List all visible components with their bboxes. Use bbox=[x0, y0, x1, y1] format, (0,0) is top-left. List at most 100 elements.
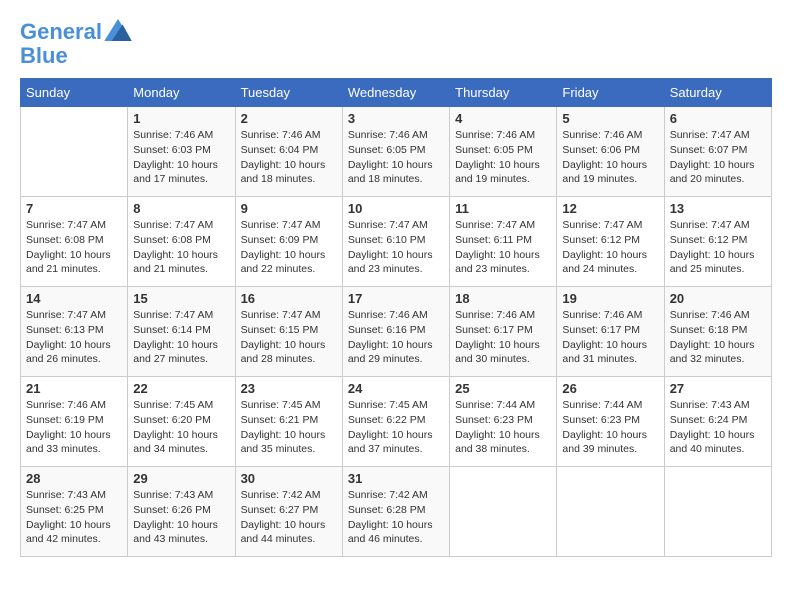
calendar-week-2: 7 Sunrise: 7:47 AMSunset: 6:08 PMDayligh… bbox=[21, 197, 772, 287]
day-number: 4 bbox=[455, 111, 551, 126]
day-number: 24 bbox=[348, 381, 444, 396]
day-info: Sunrise: 7:46 AMSunset: 6:17 PMDaylight:… bbox=[562, 308, 658, 367]
calendar-cell bbox=[557, 467, 664, 557]
calendar-cell: 31 Sunrise: 7:42 AMSunset: 6:28 PMDaylig… bbox=[342, 467, 449, 557]
calendar-cell: 14 Sunrise: 7:47 AMSunset: 6:13 PMDaylig… bbox=[21, 287, 128, 377]
calendar-cell: 23 Sunrise: 7:45 AMSunset: 6:21 PMDaylig… bbox=[235, 377, 342, 467]
day-number: 29 bbox=[133, 471, 229, 486]
day-info: Sunrise: 7:47 AMSunset: 6:12 PMDaylight:… bbox=[670, 218, 766, 277]
calendar-cell: 22 Sunrise: 7:45 AMSunset: 6:20 PMDaylig… bbox=[128, 377, 235, 467]
day-number: 10 bbox=[348, 201, 444, 216]
day-info: Sunrise: 7:46 AMSunset: 6:06 PMDaylight:… bbox=[562, 128, 658, 187]
day-number: 7 bbox=[26, 201, 122, 216]
calendar-cell: 8 Sunrise: 7:47 AMSunset: 6:08 PMDayligh… bbox=[128, 197, 235, 287]
day-info: Sunrise: 7:45 AMSunset: 6:21 PMDaylight:… bbox=[241, 398, 337, 457]
page-header: General Blue bbox=[20, 20, 772, 68]
day-number: 9 bbox=[241, 201, 337, 216]
day-number: 6 bbox=[670, 111, 766, 126]
day-info: Sunrise: 7:46 AMSunset: 6:16 PMDaylight:… bbox=[348, 308, 444, 367]
day-number: 1 bbox=[133, 111, 229, 126]
calendar-cell: 18 Sunrise: 7:46 AMSunset: 6:17 PMDaylig… bbox=[450, 287, 557, 377]
day-info: Sunrise: 7:43 AMSunset: 6:25 PMDaylight:… bbox=[26, 488, 122, 547]
day-info: Sunrise: 7:47 AMSunset: 6:10 PMDaylight:… bbox=[348, 218, 444, 277]
day-info: Sunrise: 7:46 AMSunset: 6:05 PMDaylight:… bbox=[455, 128, 551, 187]
calendar-cell: 2 Sunrise: 7:46 AMSunset: 6:04 PMDayligh… bbox=[235, 107, 342, 197]
calendar-cell: 16 Sunrise: 7:47 AMSunset: 6:15 PMDaylig… bbox=[235, 287, 342, 377]
weekday-header-tuesday: Tuesday bbox=[235, 79, 342, 107]
day-number: 30 bbox=[241, 471, 337, 486]
day-number: 31 bbox=[348, 471, 444, 486]
weekday-header-wednesday: Wednesday bbox=[342, 79, 449, 107]
calendar-cell: 7 Sunrise: 7:47 AMSunset: 6:08 PMDayligh… bbox=[21, 197, 128, 287]
day-number: 14 bbox=[26, 291, 122, 306]
calendar-cell: 1 Sunrise: 7:46 AMSunset: 6:03 PMDayligh… bbox=[128, 107, 235, 197]
day-number: 20 bbox=[670, 291, 766, 306]
day-info: Sunrise: 7:46 AMSunset: 6:17 PMDaylight:… bbox=[455, 308, 551, 367]
day-number: 15 bbox=[133, 291, 229, 306]
logo-icon bbox=[104, 19, 132, 41]
day-info: Sunrise: 7:45 AMSunset: 6:20 PMDaylight:… bbox=[133, 398, 229, 457]
day-info: Sunrise: 7:42 AMSunset: 6:28 PMDaylight:… bbox=[348, 488, 444, 547]
logo-text: General bbox=[20, 20, 102, 44]
calendar-cell: 4 Sunrise: 7:46 AMSunset: 6:05 PMDayligh… bbox=[450, 107, 557, 197]
calendar-cell: 28 Sunrise: 7:43 AMSunset: 6:25 PMDaylig… bbox=[21, 467, 128, 557]
day-info: Sunrise: 7:47 AMSunset: 6:15 PMDaylight:… bbox=[241, 308, 337, 367]
weekday-header-saturday: Saturday bbox=[664, 79, 771, 107]
calendar-week-4: 21 Sunrise: 7:46 AMSunset: 6:19 PMDaylig… bbox=[21, 377, 772, 467]
day-number: 25 bbox=[455, 381, 551, 396]
calendar-cell: 30 Sunrise: 7:42 AMSunset: 6:27 PMDaylig… bbox=[235, 467, 342, 557]
calendar-cell bbox=[21, 107, 128, 197]
calendar-cell: 27 Sunrise: 7:43 AMSunset: 6:24 PMDaylig… bbox=[664, 377, 771, 467]
calendar-cell: 12 Sunrise: 7:47 AMSunset: 6:12 PMDaylig… bbox=[557, 197, 664, 287]
day-number: 16 bbox=[241, 291, 337, 306]
calendar-week-5: 28 Sunrise: 7:43 AMSunset: 6:25 PMDaylig… bbox=[21, 467, 772, 557]
day-number: 22 bbox=[133, 381, 229, 396]
weekday-header-sunday: Sunday bbox=[21, 79, 128, 107]
day-info: Sunrise: 7:47 AMSunset: 6:08 PMDaylight:… bbox=[26, 218, 122, 277]
day-info: Sunrise: 7:44 AMSunset: 6:23 PMDaylight:… bbox=[562, 398, 658, 457]
weekday-header-thursday: Thursday bbox=[450, 79, 557, 107]
calendar-cell: 26 Sunrise: 7:44 AMSunset: 6:23 PMDaylig… bbox=[557, 377, 664, 467]
calendar-cell: 25 Sunrise: 7:44 AMSunset: 6:23 PMDaylig… bbox=[450, 377, 557, 467]
day-info: Sunrise: 7:43 AMSunset: 6:24 PMDaylight:… bbox=[670, 398, 766, 457]
day-number: 26 bbox=[562, 381, 658, 396]
calendar-cell: 17 Sunrise: 7:46 AMSunset: 6:16 PMDaylig… bbox=[342, 287, 449, 377]
calendar-cell bbox=[664, 467, 771, 557]
day-info: Sunrise: 7:44 AMSunset: 6:23 PMDaylight:… bbox=[455, 398, 551, 457]
day-info: Sunrise: 7:43 AMSunset: 6:26 PMDaylight:… bbox=[133, 488, 229, 547]
day-number: 13 bbox=[670, 201, 766, 216]
day-number: 2 bbox=[241, 111, 337, 126]
calendar-cell: 6 Sunrise: 7:47 AMSunset: 6:07 PMDayligh… bbox=[664, 107, 771, 197]
day-info: Sunrise: 7:47 AMSunset: 6:09 PMDaylight:… bbox=[241, 218, 337, 277]
day-info: Sunrise: 7:47 AMSunset: 6:11 PMDaylight:… bbox=[455, 218, 551, 277]
calendar-week-3: 14 Sunrise: 7:47 AMSunset: 6:13 PMDaylig… bbox=[21, 287, 772, 377]
day-number: 8 bbox=[133, 201, 229, 216]
day-number: 11 bbox=[455, 201, 551, 216]
day-number: 3 bbox=[348, 111, 444, 126]
day-info: Sunrise: 7:47 AMSunset: 6:12 PMDaylight:… bbox=[562, 218, 658, 277]
day-info: Sunrise: 7:46 AMSunset: 6:05 PMDaylight:… bbox=[348, 128, 444, 187]
calendar-week-1: 1 Sunrise: 7:46 AMSunset: 6:03 PMDayligh… bbox=[21, 107, 772, 197]
day-info: Sunrise: 7:47 AMSunset: 6:08 PMDaylight:… bbox=[133, 218, 229, 277]
calendar-cell: 24 Sunrise: 7:45 AMSunset: 6:22 PMDaylig… bbox=[342, 377, 449, 467]
calendar-cell: 11 Sunrise: 7:47 AMSunset: 6:11 PMDaylig… bbox=[450, 197, 557, 287]
weekday-header-row: SundayMondayTuesdayWednesdayThursdayFrid… bbox=[21, 79, 772, 107]
day-info: Sunrise: 7:46 AMSunset: 6:18 PMDaylight:… bbox=[670, 308, 766, 367]
day-number: 19 bbox=[562, 291, 658, 306]
day-info: Sunrise: 7:46 AMSunset: 6:04 PMDaylight:… bbox=[241, 128, 337, 187]
calendar-cell bbox=[450, 467, 557, 557]
calendar-cell: 19 Sunrise: 7:46 AMSunset: 6:17 PMDaylig… bbox=[557, 287, 664, 377]
weekday-header-monday: Monday bbox=[128, 79, 235, 107]
logo: General Blue bbox=[20, 20, 132, 68]
calendar-cell: 20 Sunrise: 7:46 AMSunset: 6:18 PMDaylig… bbox=[664, 287, 771, 377]
day-number: 12 bbox=[562, 201, 658, 216]
calendar-cell: 29 Sunrise: 7:43 AMSunset: 6:26 PMDaylig… bbox=[128, 467, 235, 557]
day-number: 18 bbox=[455, 291, 551, 306]
calendar-cell: 13 Sunrise: 7:47 AMSunset: 6:12 PMDaylig… bbox=[664, 197, 771, 287]
calendar-cell: 15 Sunrise: 7:47 AMSunset: 6:14 PMDaylig… bbox=[128, 287, 235, 377]
day-number: 5 bbox=[562, 111, 658, 126]
logo-blue-text: Blue bbox=[20, 44, 132, 68]
day-number: 17 bbox=[348, 291, 444, 306]
day-number: 23 bbox=[241, 381, 337, 396]
calendar-cell: 3 Sunrise: 7:46 AMSunset: 6:05 PMDayligh… bbox=[342, 107, 449, 197]
